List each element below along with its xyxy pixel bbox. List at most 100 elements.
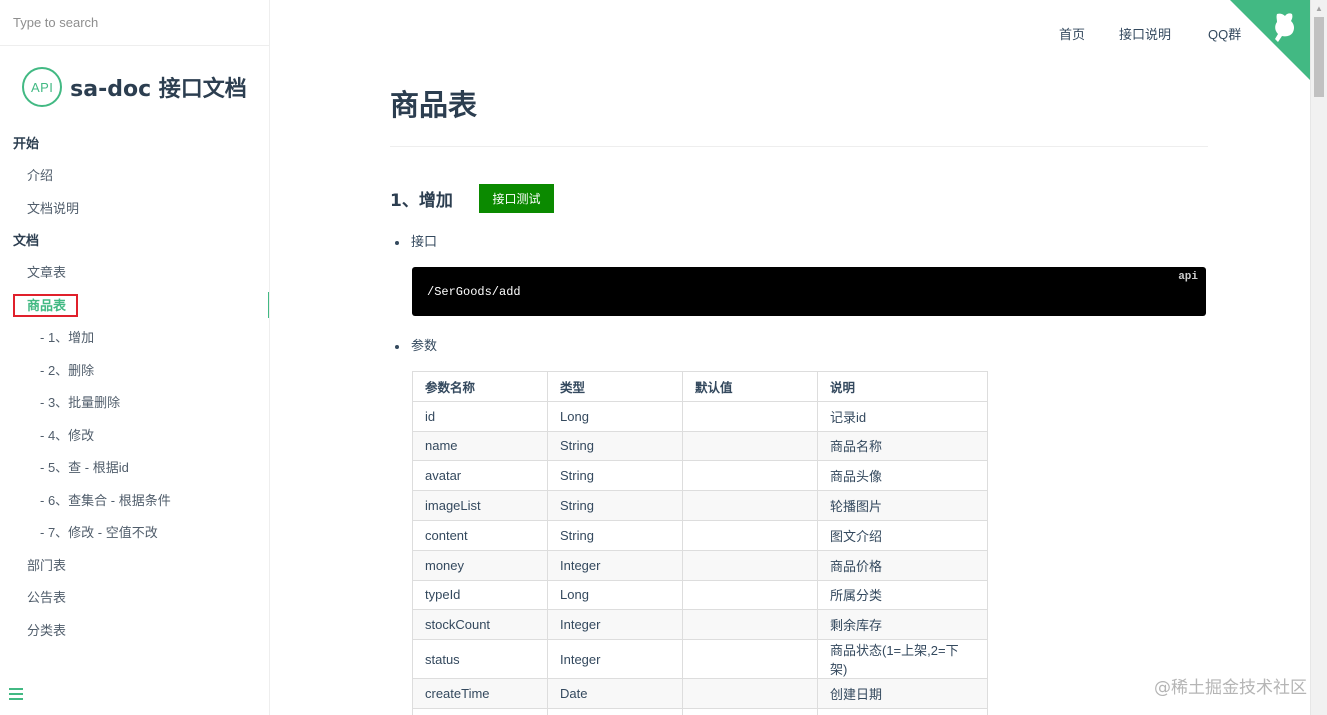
search-input[interactable] — [13, 15, 256, 30]
app-name: sa-doc 接口文档 — [70, 77, 247, 102]
cell-param-name: typeId — [412, 579, 548, 611]
nav-item-goods-table[interactable]: 商品表 — [0, 290, 269, 323]
table-row: avatar String 商品头像 — [412, 460, 988, 492]
nav-sub-batch-delete[interactable]: - 3、批量删除 — [0, 387, 269, 420]
cell-param-desc: 商品状态(1=上架,2=下架) — [817, 639, 988, 680]
table-row: imageList String 轮播图片 — [412, 490, 988, 521]
nav-item-goods-label: 商品表 — [13, 293, 79, 317]
nav-item-notice-table[interactable]: 公告表 — [0, 582, 269, 615]
nav-item-article-table[interactable]: 文章表 — [0, 257, 269, 290]
cell-param-default — [682, 400, 818, 432]
cell-param-name: imageList — [412, 490, 548, 521]
github-cat-icon — [1230, 0, 1310, 80]
cell-param-default — [682, 460, 818, 492]
watermark: @稀土掘金技术社区 — [1154, 678, 1307, 698]
table-row: name String 商品名称 — [412, 430, 988, 462]
cell-param-name: createTime — [412, 678, 548, 709]
cell-param-name: avatar — [412, 460, 548, 492]
api-path: /SerGoods/add — [427, 285, 521, 299]
cell-param-default — [682, 490, 818, 521]
menu-toggle-icon[interactable] — [9, 688, 23, 700]
cell-param-default — [682, 430, 818, 462]
table-row: updateTimeDate 更新日期 — [412, 707, 988, 715]
cell-param-desc: 商品名称 — [817, 430, 988, 462]
page-title: 商品表 — [390, 88, 478, 122]
scroll-up-icon[interactable]: ▲ — [1311, 0, 1327, 17]
sidebar-nav: 开始 介绍 文档说明 文档 文章表 商品表 - 1、增加 - 2、删除 - 3、… — [0, 128, 269, 647]
cell-param-desc: 商品价格 — [817, 549, 988, 581]
cell-param-name: money — [412, 549, 548, 581]
section-header: 1、增加 接口测试 — [390, 184, 554, 213]
bullet-api: 接口 — [395, 231, 437, 250]
cell-param-type: Integer — [547, 639, 683, 680]
api-test-button[interactable]: 接口测试 — [479, 184, 554, 213]
github-corner[interactable] — [1230, 0, 1310, 80]
params-table: 参数名称 类型 默认值 说明 id Long 记录id name String 商品名称 a… — [412, 371, 988, 715]
cell-param-name: status — [412, 639, 548, 680]
scroll-thumb[interactable] — [1314, 17, 1324, 97]
table-row: createTime Date 创建日期 — [412, 678, 988, 709]
cell-param-name: updateTime — [412, 707, 548, 715]
table-row: money Integer 商品价格 — [412, 549, 988, 581]
cell-param-type: Date — [547, 678, 683, 709]
cell-param-default — [682, 519, 818, 551]
col-header-desc: 说明 — [817, 371, 988, 402]
cell-param-type: Long — [547, 400, 683, 432]
nav-section-docs: 文档 — [13, 233, 40, 248]
sidebar: API sa-doc 接口文档 开始 介绍 文档说明 文档 文章表 商品表 - … — [0, 0, 270, 715]
nav-sub-add[interactable]: - 1、增加 — [0, 322, 269, 355]
cell-param-desc: 剩余库存 — [817, 609, 988, 641]
top-nav-api-guide[interactable]: 接口说明 — [1119, 24, 1208, 43]
cell-param-default — [682, 707, 818, 715]
nav-sub-delete[interactable]: - 2、删除 — [0, 355, 269, 388]
top-nav: 首页 接口说明 QQ群 — [1059, 24, 1241, 43]
cell-param-type: Long — [547, 579, 683, 611]
nav-item-intro[interactable]: 介绍 — [0, 160, 269, 193]
cell-param-desc: 记录id — [817, 400, 988, 432]
col-header-default: 默认值 — [682, 371, 818, 402]
cell-param-default — [682, 639, 818, 680]
code-lang-label: api — [1178, 271, 1198, 283]
cell-param-name: stockCount — [412, 609, 548, 641]
section-title: 1、增加 — [390, 191, 453, 211]
table-row: typeId Long 所属分类 — [412, 579, 988, 611]
nav-sub-get-by-id[interactable]: - 5、查 - 根据id — [0, 452, 269, 485]
table-row: id Long 记录id — [412, 400, 988, 432]
cell-param-type: Date — [547, 707, 683, 715]
table-row: status Integer 商品状态(1=上架,2=下架) — [412, 639, 988, 680]
cell-param-desc: 轮播图片 — [817, 490, 988, 521]
app-logo[interactable]: API sa-doc 接口文档 — [0, 46, 269, 128]
top-nav-home[interactable]: 首页 — [1059, 24, 1119, 43]
nav-item-doc-guide[interactable]: 文档说明 — [0, 193, 269, 226]
code-block: /SerGoods/add api — [412, 267, 1206, 316]
nav-item-category-table[interactable]: 分类表 — [0, 615, 269, 648]
cell-param-desc: 创建日期 — [817, 678, 988, 709]
col-header-name: 参数名称 — [412, 371, 548, 402]
nav-item-dept-table[interactable]: 部门表 — [0, 550, 269, 583]
cell-param-type: String — [547, 430, 683, 462]
cell-param-type: String — [547, 460, 683, 492]
cell-param-type: Integer — [547, 609, 683, 641]
cell-param-desc: 图文介绍 — [817, 519, 988, 551]
table-header-row: 参数名称 类型 默认值 说明 — [412, 371, 988, 402]
nav-section-start: 开始 — [13, 136, 40, 151]
cell-param-desc: 所属分类 — [817, 579, 988, 611]
cell-param-desc: 更新日期 — [817, 707, 988, 715]
api-logo-icon: API — [22, 67, 63, 107]
cell-param-default — [682, 579, 818, 611]
col-header-type: 类型 — [547, 371, 683, 402]
table-row: content String 图文介绍 — [412, 519, 988, 551]
title-divider — [390, 146, 1208, 147]
cell-param-type: Integer — [547, 549, 683, 581]
cell-param-name: id — [412, 400, 548, 432]
nav-sub-update-skip-null[interactable]: - 7、修改 - 空值不改 — [0, 517, 269, 550]
cell-param-type: String — [547, 490, 683, 521]
cell-param-default — [682, 678, 818, 709]
search-box — [0, 0, 269, 46]
vertical-scrollbar[interactable]: ▲ — [1310, 0, 1327, 715]
cell-param-name: content — [412, 519, 548, 551]
nav-sub-list-by-condition[interactable]: - 6、查集合 - 根据条件 — [0, 485, 269, 518]
cell-param-name: name — [412, 430, 548, 462]
nav-sub-update[interactable]: - 4、修改 — [0, 420, 269, 453]
cell-param-default — [682, 549, 818, 581]
